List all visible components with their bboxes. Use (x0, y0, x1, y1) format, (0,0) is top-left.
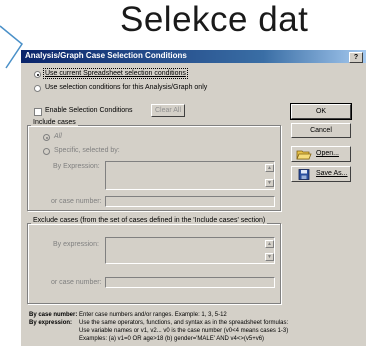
enable-conditions-label: Enable Selection Conditions (45, 107, 133, 114)
exclude-expression-label: By expression: (53, 241, 99, 248)
open-button[interactable]: Open... (291, 146, 351, 162)
save-disk-icon (298, 169, 310, 180)
include-expression-field[interactable]: ▲ ▼ (105, 161, 275, 190)
radio-include-specific[interactable] (43, 148, 50, 155)
help-expression-line-2: Use variable names or v1, v2... v0 is th… (79, 328, 289, 334)
exclude-expression-field[interactable]: ▲ ▼ (105, 237, 275, 264)
scroll-down-icon[interactable]: ▼ (265, 179, 274, 187)
clear-all-button[interactable]: Clear All (151, 104, 185, 117)
open-folder-icon (296, 150, 312, 160)
include-expression-label: By Expression: (53, 163, 100, 170)
open-button-label: Open... (316, 150, 339, 157)
radio-use-spreadsheet-conditions[interactable] (34, 71, 41, 78)
exclude-case-number-label: or case number: (51, 279, 102, 286)
include-cases-title: Include cases (31, 119, 78, 126)
scroll-up-icon[interactable]: ▲ (265, 240, 274, 248)
help-button[interactable]: ? (349, 52, 363, 63)
help-case-number-term: By case number: (29, 312, 78, 318)
help-expression-term: By expression: (29, 320, 73, 326)
include-case-number-label: or case number: (51, 198, 102, 205)
option-analysis-label: Use selection conditions for this Analys… (45, 84, 208, 91)
ok-button[interactable]: OK (290, 103, 352, 120)
exclude-cases-title: Exclude cases (from the set of cases def… (31, 217, 268, 224)
enable-conditions-checkbox[interactable] (34, 108, 42, 116)
radio-use-analysis-conditions[interactable] (34, 85, 41, 92)
help-expression-line-3: Examples: (a) v1=0 OR age>18 (b) gender=… (79, 336, 265, 342)
dialog-title-bar: Analysis/Graph Case Selection Conditions… (21, 50, 366, 63)
dialog-title: Analysis/Graph Case Selection Conditions (25, 51, 187, 60)
option-spreadsheet-label: Use current Spreadsheet selection condit… (43, 68, 188, 79)
save-as-button[interactable]: Save As... (291, 166, 351, 182)
case-selection-dialog: Analysis/Graph Case Selection Conditions… (20, 49, 366, 346)
cancel-button[interactable]: Cancel (291, 123, 351, 138)
exclude-case-number-field[interactable] (105, 277, 275, 288)
include-specific-label: Specific, selected by: (54, 147, 120, 154)
scroll-up-icon[interactable]: ▲ (265, 164, 274, 172)
slide-heading: Selekce dat (120, 0, 309, 39)
include-case-number-field[interactable] (105, 196, 275, 207)
include-all-label: All (54, 133, 62, 140)
save-as-button-label: Save As... (316, 170, 348, 177)
radio-include-all[interactable] (43, 134, 50, 141)
scroll-down-icon[interactable]: ▼ (265, 253, 274, 261)
help-case-number-text: Enter case numbers and/or ranges. Exampl… (79, 312, 227, 318)
help-expression-line-1: Use the same operators, functions, and s… (79, 320, 289, 326)
